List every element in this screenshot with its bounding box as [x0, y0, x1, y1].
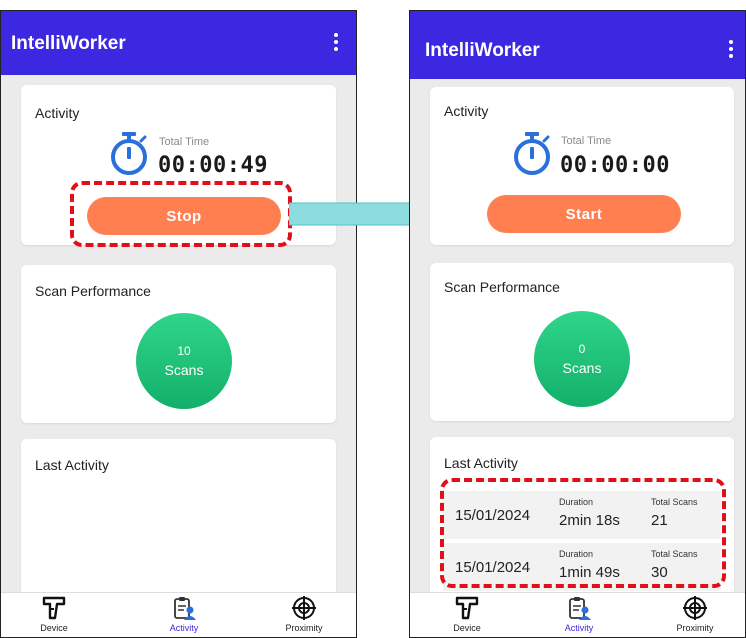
nav-proximity-label: Proximity: [676, 623, 714, 633]
scan-count: 0: [578, 342, 586, 356]
stopwatch-icon: [512, 131, 552, 177]
highlight-last-activity-rows: [440, 478, 726, 588]
highlight-stop-button: [70, 181, 292, 247]
total-time-value: 00:00:49: [158, 153, 268, 178]
scan-performance-card: Scan Performance 10 Scans: [21, 265, 336, 423]
scan-count: 10: [177, 344, 191, 358]
nav-proximity[interactable]: Proximity: [660, 595, 730, 633]
last-activity-card: Last Activity: [21, 439, 336, 609]
scan-performance-card: Scan Performance 0 Scans: [430, 263, 734, 421]
clipboard-user-icon: [569, 597, 591, 620]
nav-device[interactable]: Device: [432, 595, 502, 633]
app-title: IntelliWorker: [425, 40, 540, 61]
total-time-label: Total Time: [561, 135, 612, 147]
nav-activity[interactable]: Activity: [149, 595, 219, 633]
activity-heading: Activity: [35, 105, 80, 121]
activity-card: Activity Total Time 00:00:00 Start: [430, 87, 734, 245]
more-menu-icon[interactable]: [333, 33, 338, 53]
bottom-navigation: Device Activity Proximity: [410, 592, 745, 637]
last-activity-heading: Last Activity: [444, 455, 518, 471]
crosshair-icon: [683, 596, 707, 620]
nav-device-label: Device: [40, 623, 68, 633]
scan-performance-heading: Scan Performance: [35, 283, 151, 299]
more-menu-icon[interactable]: [728, 40, 733, 60]
clipboard-user-icon: [174, 597, 196, 620]
scanner-icon: [455, 596, 479, 620]
bottom-navigation: Device Activity Proximity: [1, 592, 356, 637]
stopwatch-icon: [109, 131, 149, 177]
scan-unit: Scans: [562, 360, 602, 376]
app-title: IntelliWorker: [11, 33, 126, 54]
nav-activity-label: Activity: [564, 623, 594, 633]
scan-count-circle: 10 Scans: [136, 313, 232, 409]
phone-screen-before: IntelliWorker Activity Total Time 00:00:…: [0, 10, 357, 638]
app-bar: IntelliWorker: [410, 11, 745, 79]
nav-activity[interactable]: Activity: [544, 595, 614, 633]
nav-device[interactable]: Device: [19, 595, 89, 633]
start-button[interactable]: Start: [487, 195, 681, 233]
crosshair-icon: [292, 596, 316, 620]
total-time-label: Total Time: [159, 136, 210, 148]
nav-device-label: Device: [453, 623, 481, 633]
scan-unit: Scans: [164, 362, 204, 378]
last-activity-heading: Last Activity: [35, 457, 109, 473]
scanner-icon: [42, 596, 66, 620]
activity-heading: Activity: [444, 103, 489, 119]
total-time-value: 00:00:00: [560, 153, 670, 178]
scan-count-circle: 0 Scans: [534, 311, 630, 407]
app-bar: IntelliWorker: [1, 11, 356, 75]
scan-performance-heading: Scan Performance: [444, 279, 560, 295]
nav-activity-label: Activity: [169, 623, 199, 633]
nav-proximity-label: Proximity: [285, 623, 323, 633]
nav-proximity[interactable]: Proximity: [269, 595, 339, 633]
